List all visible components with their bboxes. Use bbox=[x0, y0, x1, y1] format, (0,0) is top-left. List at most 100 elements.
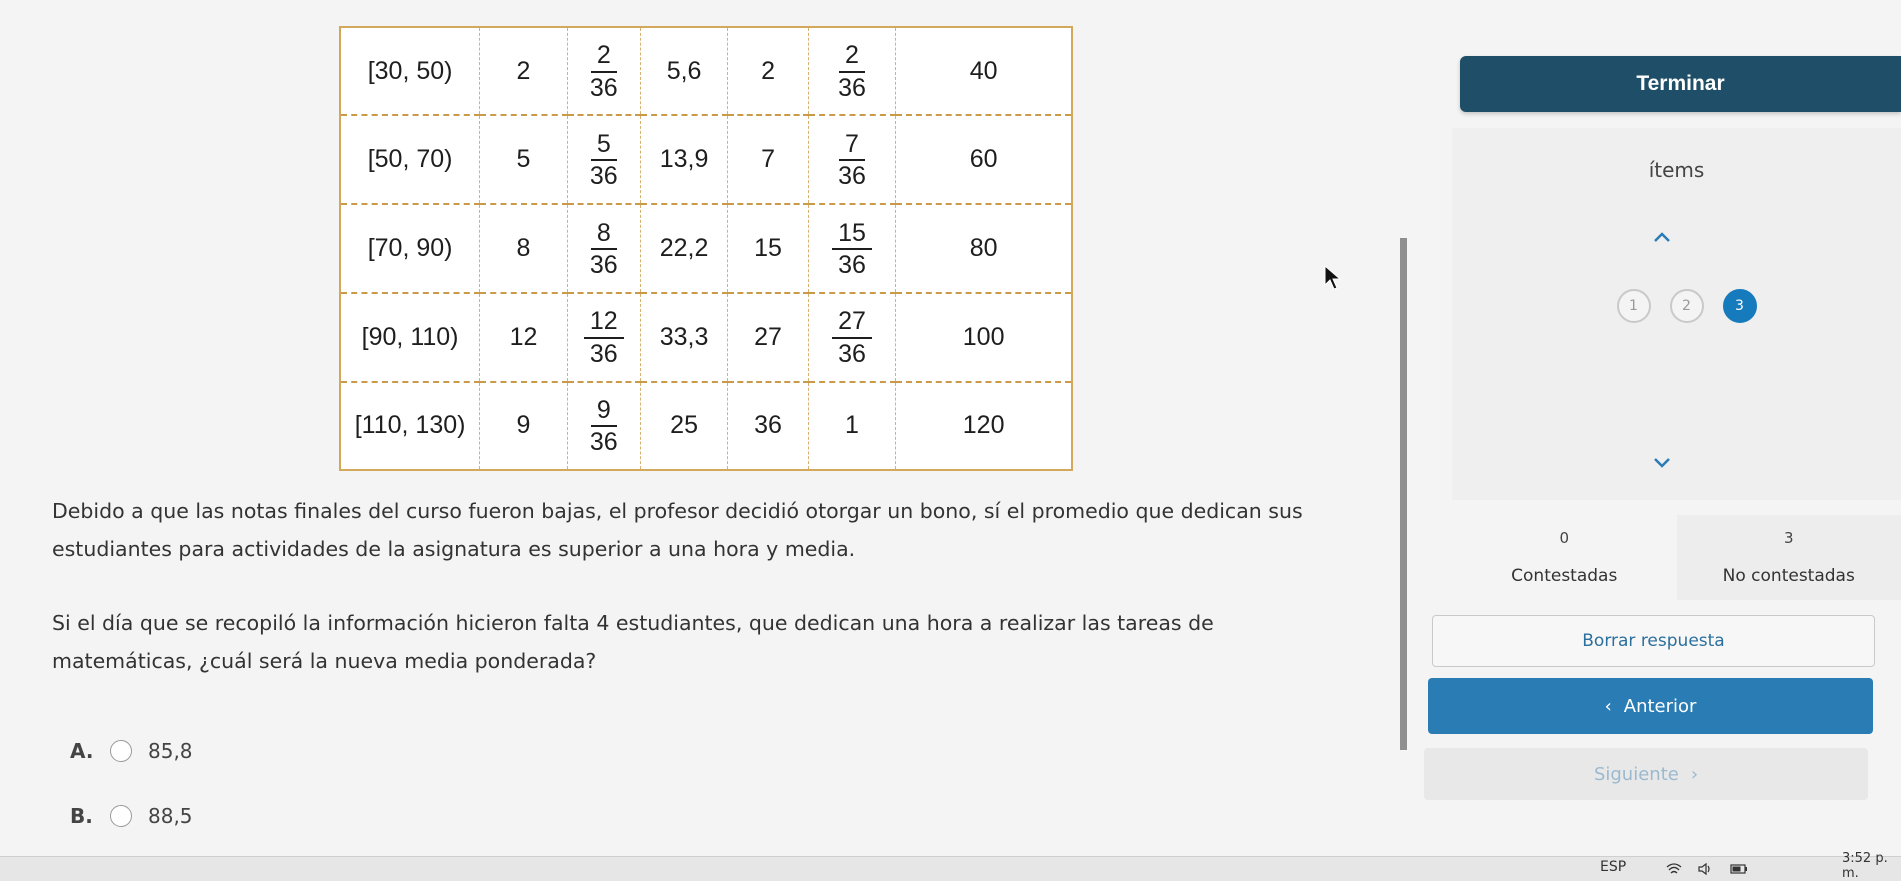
fraction: 236 bbox=[838, 42, 866, 101]
unanswered-stat: 3 No contestadas bbox=[1677, 515, 1901, 600]
fraction-numerator: 2 bbox=[839, 42, 865, 72]
language-indicator[interactable]: ESP bbox=[1600, 859, 1626, 875]
item-list: 1 2 3 bbox=[1452, 289, 1901, 323]
clock-time[interactable]: 3:52 p. m. bbox=[1842, 851, 1901, 881]
table-row: [110, 130)993625361120 bbox=[341, 382, 1071, 469]
cell-relative-frequency: 536 bbox=[567, 115, 640, 204]
finish-button[interactable]: Terminar bbox=[1460, 56, 1901, 112]
cell-cumulative-relative: 736 bbox=[808, 115, 896, 204]
item-1-button[interactable]: 1 bbox=[1617, 289, 1651, 323]
option-value: 85,8 bbox=[148, 739, 193, 763]
table-row: [70, 90)883622,215153680 bbox=[341, 204, 1071, 293]
cell-frequency: 5 bbox=[480, 115, 568, 204]
items-navigator: ítems 1 2 3 bbox=[1452, 128, 1901, 500]
chevron-down-icon[interactable] bbox=[1652, 456, 1672, 476]
unanswered-label: No contestadas bbox=[1677, 566, 1901, 586]
cell-relative-frequency: 236 bbox=[567, 28, 640, 115]
os-taskbar: ESP 3:52 p. m. bbox=[0, 856, 1901, 881]
cell-class-mark: 100 bbox=[896, 293, 1071, 382]
cell-cumulative-frequency: 27 bbox=[728, 293, 808, 382]
answered-count: 0 bbox=[1452, 529, 1677, 547]
previous-label: Anterior bbox=[1624, 696, 1697, 717]
option-value: 88,5 bbox=[148, 804, 193, 828]
cell-cumulative-relative: 236 bbox=[808, 28, 896, 115]
cell-cumulative-relative: 2736 bbox=[808, 293, 896, 382]
chevron-left-icon: ‹ bbox=[1605, 696, 1612, 717]
fraction-numerator: 15 bbox=[832, 220, 872, 250]
fraction: 1536 bbox=[832, 220, 872, 279]
fraction-numerator: 7 bbox=[839, 131, 865, 161]
cell-interval: [30, 50) bbox=[341, 28, 480, 115]
answer-stats: 0 Contestadas 3 No contestadas bbox=[1452, 515, 1901, 600]
fraction-denominator: 36 bbox=[838, 339, 866, 367]
item-3-button[interactable]: 3 bbox=[1723, 289, 1757, 323]
wifi-icon[interactable] bbox=[1666, 861, 1682, 875]
panel-divider-scrollbar[interactable] bbox=[1400, 238, 1407, 750]
table-row: [30, 50)22365,6223640 bbox=[341, 28, 1071, 115]
fraction-denominator: 36 bbox=[590, 339, 618, 367]
fraction: 236 bbox=[590, 42, 618, 101]
next-label: Siguiente bbox=[1594, 764, 1679, 785]
fraction-denominator: 36 bbox=[590, 427, 618, 455]
chevron-right-icon: › bbox=[1691, 764, 1698, 785]
previous-button[interactable]: ‹ Anterior bbox=[1428, 678, 1873, 734]
fraction: 2736 bbox=[832, 308, 872, 367]
item-2-button[interactable]: 2 bbox=[1670, 289, 1704, 323]
cell-relative-frequency: 1236 bbox=[567, 293, 640, 382]
fraction: 936 bbox=[590, 397, 618, 456]
next-button[interactable]: Siguiente › bbox=[1424, 748, 1868, 800]
cell-percent: 13,9 bbox=[640, 115, 728, 204]
fraction-numerator: 9 bbox=[591, 397, 617, 427]
fraction: 836 bbox=[590, 220, 618, 279]
option-b-radio[interactable] bbox=[110, 805, 132, 827]
option-letter: A. bbox=[70, 739, 110, 763]
cell-cumulative-relative: 1 bbox=[808, 382, 896, 469]
cell-percent: 25 bbox=[640, 382, 728, 469]
cell-interval: [70, 90) bbox=[341, 204, 480, 293]
option-b[interactable]: B. 88,5 bbox=[70, 801, 193, 831]
volume-icon[interactable] bbox=[1698, 861, 1714, 875]
answered-stat: 0 Contestadas bbox=[1452, 515, 1677, 600]
fraction-denominator: 36 bbox=[838, 250, 866, 278]
option-a-radio[interactable] bbox=[110, 740, 132, 762]
fraction-numerator: 8 bbox=[591, 220, 617, 250]
cell-class-mark: 40 bbox=[896, 28, 1071, 115]
frequency-table-grid: [30, 50)22365,6223640[50, 70)553613,9773… bbox=[341, 28, 1071, 469]
cell-class-mark: 80 bbox=[896, 204, 1071, 293]
fraction-denominator: 36 bbox=[838, 73, 866, 101]
fraction-numerator: 27 bbox=[832, 308, 872, 338]
cell-percent: 22,2 bbox=[640, 204, 728, 293]
cell-interval: [110, 130) bbox=[341, 382, 480, 469]
option-a[interactable]: A. 85,8 bbox=[70, 736, 193, 766]
cell-cumulative-frequency: 7 bbox=[728, 115, 808, 204]
cell-frequency: 2 bbox=[480, 28, 568, 115]
chevron-up-icon[interactable] bbox=[1652, 230, 1672, 250]
cell-relative-frequency: 836 bbox=[567, 204, 640, 293]
fraction-denominator: 36 bbox=[590, 73, 618, 101]
mouse-cursor-icon bbox=[1324, 265, 1344, 295]
frequency-table: [30, 50)22365,6223640[50, 70)553613,9773… bbox=[339, 26, 1073, 471]
fraction-numerator: 12 bbox=[584, 308, 624, 338]
cell-relative-frequency: 936 bbox=[567, 382, 640, 469]
fraction-denominator: 36 bbox=[838, 161, 866, 189]
cell-cumulative-relative: 1536 bbox=[808, 204, 896, 293]
clear-answer-button[interactable]: Borrar respuesta bbox=[1432, 615, 1875, 667]
option-letter: B. bbox=[70, 804, 110, 828]
cell-class-mark: 60 bbox=[896, 115, 1071, 204]
cell-cumulative-frequency: 36 bbox=[728, 382, 808, 469]
cell-cumulative-frequency: 2 bbox=[728, 28, 808, 115]
fraction: 1236 bbox=[584, 308, 624, 367]
table-row: [90, 110)12123633,3272736100 bbox=[341, 293, 1071, 382]
cell-frequency: 8 bbox=[480, 204, 568, 293]
cell-percent: 33,3 bbox=[640, 293, 728, 382]
fraction: 536 bbox=[590, 131, 618, 190]
unanswered-count: 3 bbox=[1677, 529, 1901, 547]
battery-icon[interactable] bbox=[1730, 861, 1746, 875]
answered-label: Contestadas bbox=[1452, 566, 1677, 586]
fraction-numerator: 2 bbox=[591, 42, 617, 72]
cell-interval: [90, 110) bbox=[341, 293, 480, 382]
fraction-denominator: 36 bbox=[590, 161, 618, 189]
fraction: 736 bbox=[838, 131, 866, 190]
cell-interval: [50, 70) bbox=[341, 115, 480, 204]
fraction-denominator: 36 bbox=[590, 250, 618, 278]
